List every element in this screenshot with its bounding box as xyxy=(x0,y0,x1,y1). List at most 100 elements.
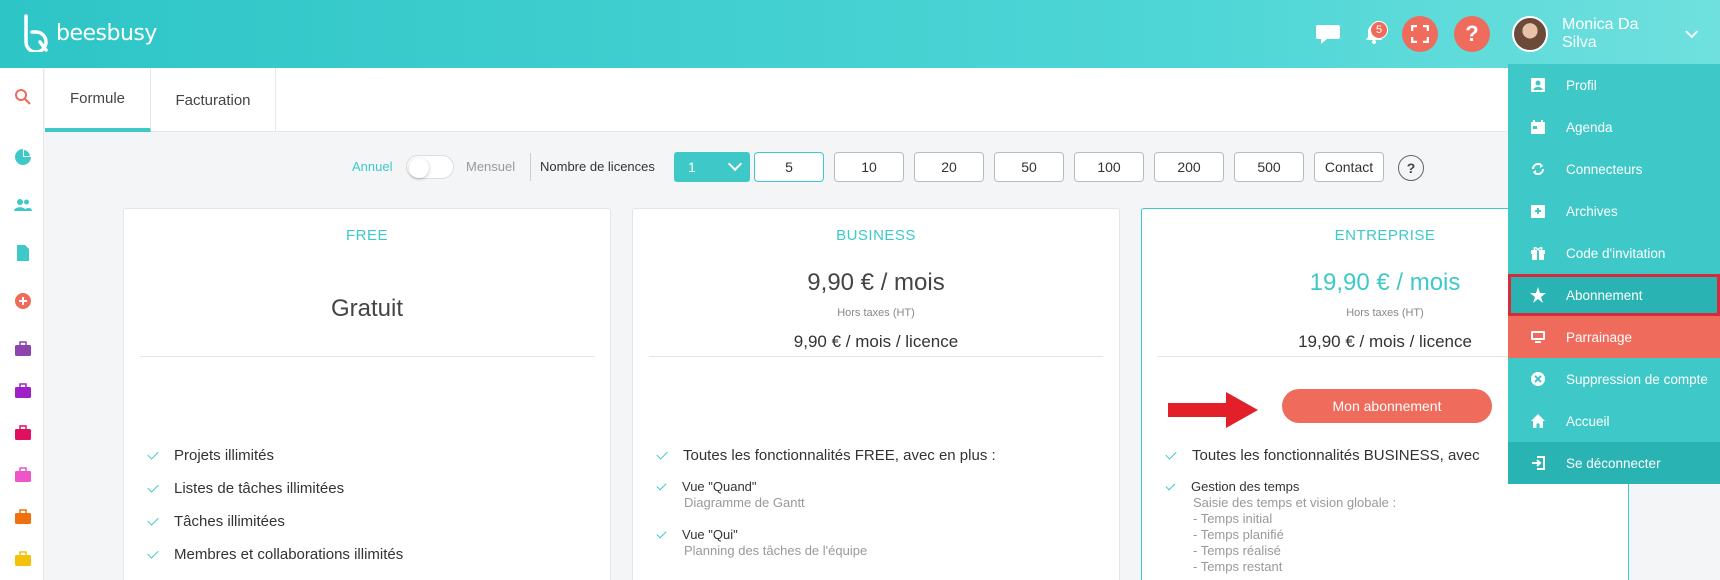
check-icon xyxy=(1165,480,1176,491)
fullscreen-button[interactable] xyxy=(1402,0,1438,68)
divider xyxy=(530,153,531,181)
feature-item: Membres et collaborations illimités xyxy=(147,546,403,563)
feature-item: Vue "Quand" xyxy=(656,479,757,494)
check-icon xyxy=(1165,448,1177,460)
help-icon: ? xyxy=(1454,16,1490,52)
sync-icon xyxy=(1530,161,1546,177)
check-icon xyxy=(147,514,159,526)
chat-icon xyxy=(1316,25,1340,44)
mon-abonnement-button[interactable]: Mon abonnement xyxy=(1282,389,1492,423)
project-briefcase-icon[interactable] xyxy=(14,424,32,442)
menu-item-profil[interactable]: Profil xyxy=(1508,64,1720,106)
logout-icon xyxy=(1530,455,1546,471)
licence-option-500[interactable]: 500 xyxy=(1234,152,1304,182)
add-project-icon[interactable] xyxy=(14,292,32,310)
feature-item: Listes de tâches illimitées xyxy=(147,480,344,497)
project-briefcase-icon[interactable] xyxy=(14,508,32,526)
tab-formule[interactable]: Formule xyxy=(45,68,151,132)
fullscreen-button-bg xyxy=(1402,16,1438,52)
plan-tax-note: Hors taxes (HT) xyxy=(837,307,915,319)
team-icon[interactable] xyxy=(14,196,32,214)
search-icon[interactable] xyxy=(14,88,32,106)
user-avatar[interactable] xyxy=(1510,0,1550,68)
check-icon xyxy=(147,547,159,559)
licence-help-icon[interactable]: ? xyxy=(1398,155,1424,181)
licence-option-100[interactable]: 100 xyxy=(1074,152,1144,182)
feature-description: Diagramme de Gantt xyxy=(684,495,805,510)
check-icon xyxy=(147,481,159,493)
chevron-down-icon xyxy=(1684,30,1698,39)
menu-item-connecteurs[interactable]: Connecteurs xyxy=(1508,148,1720,190)
feature-item: Vue "Qui" xyxy=(656,527,738,542)
licences-label: Nombre de licences xyxy=(540,159,655,174)
licence-count-value: 1 xyxy=(688,159,696,175)
licence-option-5[interactable]: 5 xyxy=(754,152,824,182)
avatar xyxy=(1512,16,1548,52)
check-icon xyxy=(656,480,667,491)
monitor-icon xyxy=(1530,329,1546,345)
menu-item-code-invitation[interactable]: Code d'invitation xyxy=(1508,232,1720,274)
brand-name: beesbusy xyxy=(56,20,157,46)
feature-description: Saisie des temps et vision globale : - T… xyxy=(1193,495,1397,574)
archive-icon xyxy=(1530,203,1546,219)
user-name: Monica Da Silva xyxy=(1562,16,1639,51)
divider xyxy=(649,356,1103,357)
licence-option-200[interactable]: 200 xyxy=(1154,152,1224,182)
beesbusy-logo-icon xyxy=(24,14,48,52)
menu-item-se-deconnecter[interactable]: Se déconnecter xyxy=(1508,442,1720,484)
plan-price: Gratuit xyxy=(330,295,404,322)
feature-headline: Toutes les fonctionnalités FREE, avec en… xyxy=(656,447,996,464)
divider xyxy=(140,356,594,357)
plan-price: 9,90 € / mois xyxy=(807,269,945,296)
chevron-down-icon xyxy=(727,156,743,172)
left-sidebar xyxy=(0,68,44,580)
feature-headline: Toutes les fonctionnalités BUSINESS, ave… xyxy=(1165,447,1480,464)
menu-item-archives[interactable]: Archives xyxy=(1508,190,1720,232)
plan-name: FREE xyxy=(345,227,388,244)
project-briefcase-icon[interactable] xyxy=(14,340,32,358)
notifications-button[interactable]: 5 xyxy=(1356,0,1392,68)
calendar-icon xyxy=(1530,119,1546,135)
feature-item: Tâches illimitées xyxy=(147,513,285,530)
plan-price-per-licence: 9,90 € / mois / licence xyxy=(793,332,959,351)
feature-item: Projets illimités xyxy=(147,447,274,464)
menu-item-abonnement[interactable]: Abonnement xyxy=(1508,274,1720,316)
toggle-knob xyxy=(409,158,429,178)
billing-period-toggle[interactable] xyxy=(406,155,454,179)
messages-button[interactable] xyxy=(1312,0,1344,68)
profile-icon xyxy=(1530,77,1546,93)
red-arrow-icon xyxy=(1168,392,1258,428)
licence-contact-button[interactable]: Contact xyxy=(1314,152,1384,182)
gift-icon xyxy=(1530,245,1546,261)
project-briefcase-icon[interactable] xyxy=(14,550,32,568)
check-icon xyxy=(656,448,668,460)
menu-item-accueil[interactable]: Accueil xyxy=(1508,400,1720,442)
menu-item-agenda[interactable]: Agenda xyxy=(1508,106,1720,148)
licence-option-20[interactable]: 20 xyxy=(914,152,984,182)
menu-item-parrainage[interactable]: Parrainage xyxy=(1508,316,1720,358)
star-icon xyxy=(1530,287,1546,303)
check-icon xyxy=(147,448,159,460)
plan-card-business: BUSINESS 9,90 € / mois Hors taxes (HT) 9… xyxy=(632,208,1120,580)
annuel-label[interactable]: Annuel xyxy=(352,159,392,174)
user-menu-toggle[interactable]: Monica Da Silva xyxy=(1562,0,1698,68)
project-briefcase-icon[interactable] xyxy=(14,382,32,400)
top-bar: beesbusy 5 ? Monica Da Silva xyxy=(0,0,1720,68)
brand-logo[interactable]: beesbusy xyxy=(22,14,157,52)
licence-option-10[interactable]: 10 xyxy=(834,152,904,182)
check-icon xyxy=(656,528,667,539)
feature-description: Planning des tâches de l'équipe xyxy=(684,543,868,558)
tab-facturation[interactable]: Facturation xyxy=(151,68,276,132)
licence-count-select[interactable]: 1 xyxy=(674,152,750,182)
project-briefcase-icon[interactable] xyxy=(14,466,32,484)
document-icon[interactable] xyxy=(14,244,32,262)
tab-bar: Formule Facturation xyxy=(45,68,1720,132)
plan-card-free: FREE Gratuit Projets illimités Listes de… xyxy=(123,208,611,580)
help-button[interactable]: ? xyxy=(1454,0,1490,68)
feature-item: Gestion des temps xyxy=(1165,479,1299,494)
licence-option-50[interactable]: 50 xyxy=(994,152,1064,182)
fullscreen-icon xyxy=(1411,25,1429,43)
notifications-badge: 5 xyxy=(1370,21,1388,39)
menu-item-suppression-compte[interactable]: Suppression de compte xyxy=(1508,358,1720,400)
mensuel-label[interactable]: Mensuel xyxy=(466,159,515,174)
